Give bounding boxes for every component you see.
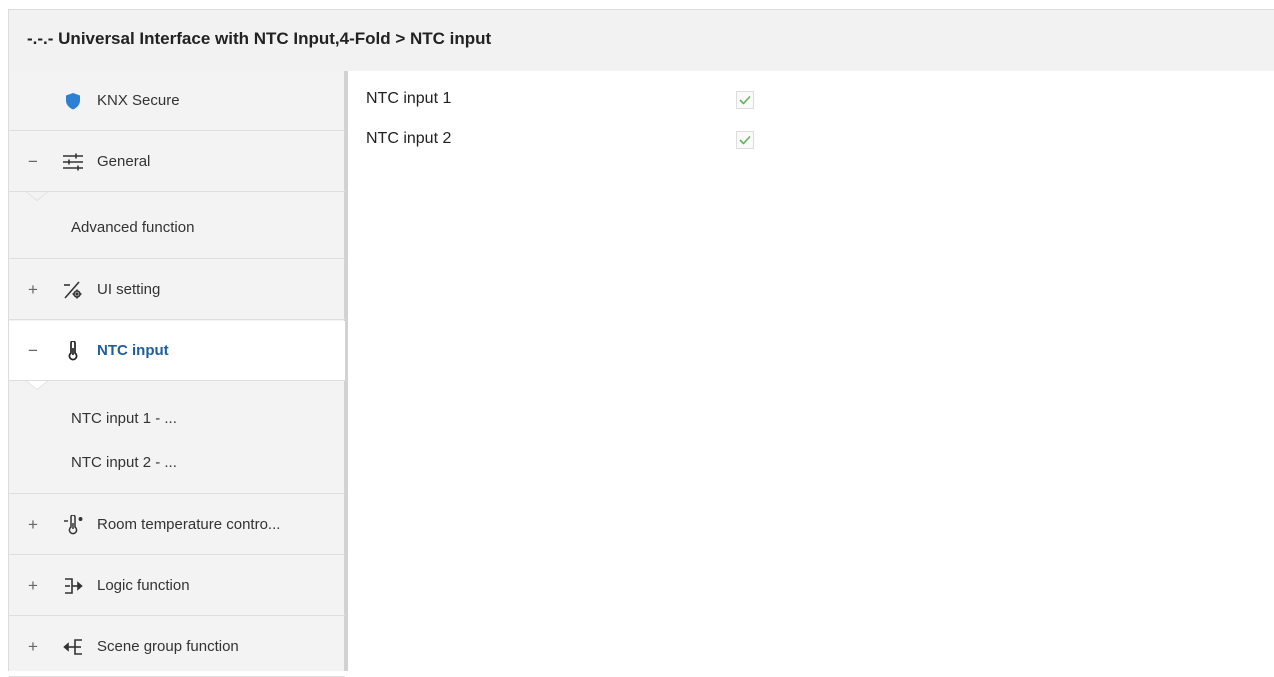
scene-group-icon xyxy=(61,636,85,658)
sidebar-subitem-ntc-input-1[interactable]: NTC input 1 - ... xyxy=(71,410,177,427)
sidebar-item-label: NTC input xyxy=(97,342,169,359)
sidebar-item-label: Room temperature contro... xyxy=(97,516,281,533)
expand-toggle[interactable]: + xyxy=(26,617,40,677)
sidebar-item-label: Logic function xyxy=(97,577,190,594)
sidebar-subitem-advanced-function[interactable]: Advanced function xyxy=(71,219,194,236)
expand-toggle[interactable]: + xyxy=(26,495,40,555)
sidebar-subitem-ntc-input-2[interactable]: NTC input 2 - ... xyxy=(71,454,177,471)
page-title: -.-.- Universal Interface with NTC Input… xyxy=(27,29,492,48)
window-header: -.-.- Universal Interface with NTC Input… xyxy=(8,9,1274,71)
param-label: NTC input 1 xyxy=(366,90,452,107)
ntc-input-children: NTC input 1 - ... NTC input 2 - ... xyxy=(9,382,345,494)
ntc-input-1-checkbox[interactable] xyxy=(736,91,754,109)
sidebar-item-general[interactable]: − General xyxy=(9,132,345,192)
ntc-input-2-checkbox[interactable] xyxy=(736,131,754,149)
sidebar-item-logic-function[interactable]: + Logic function xyxy=(9,556,345,616)
sidebar-item-label: General xyxy=(97,153,151,170)
sidebar-item-scene-group-function[interactable]: + Scene group function xyxy=(9,617,345,677)
expand-toggle[interactable]: + xyxy=(26,556,40,616)
sidebar: KNX Secure − General Advanced function + xyxy=(8,71,348,677)
checkmark-icon xyxy=(739,135,751,145)
checkmark-icon xyxy=(739,95,751,105)
sliders-icon xyxy=(61,151,85,173)
thermometer-icon xyxy=(61,340,85,362)
logic-icon xyxy=(61,575,85,597)
sidebar-item-ntc-input[interactable]: − NTC input xyxy=(9,321,345,381)
expand-toggle[interactable]: + xyxy=(26,260,40,320)
param-label: NTC input 2 xyxy=(366,130,452,147)
shield-icon xyxy=(61,90,85,112)
sidebar-item-label: Scene group function xyxy=(97,638,239,655)
collapse-toggle[interactable]: − xyxy=(26,132,40,192)
sidebar-item-knx-secure[interactable]: KNX Secure xyxy=(9,71,345,131)
sidebar-item-label: KNX Secure xyxy=(97,92,180,109)
sidebar-item-room-temperature-control[interactable]: + Room temperature contro... xyxy=(9,495,345,555)
collapse-toggle[interactable]: − xyxy=(26,321,40,381)
tree-notch xyxy=(27,381,47,389)
sidebar-item-label: UI setting xyxy=(97,281,161,298)
general-children: Advanced function xyxy=(9,193,345,259)
ui-setting-icon xyxy=(61,279,85,301)
tree-notch xyxy=(27,192,47,200)
sidebar-item-ui-setting[interactable]: + UI setting xyxy=(9,260,345,320)
thermometer-sun-icon xyxy=(61,514,85,536)
